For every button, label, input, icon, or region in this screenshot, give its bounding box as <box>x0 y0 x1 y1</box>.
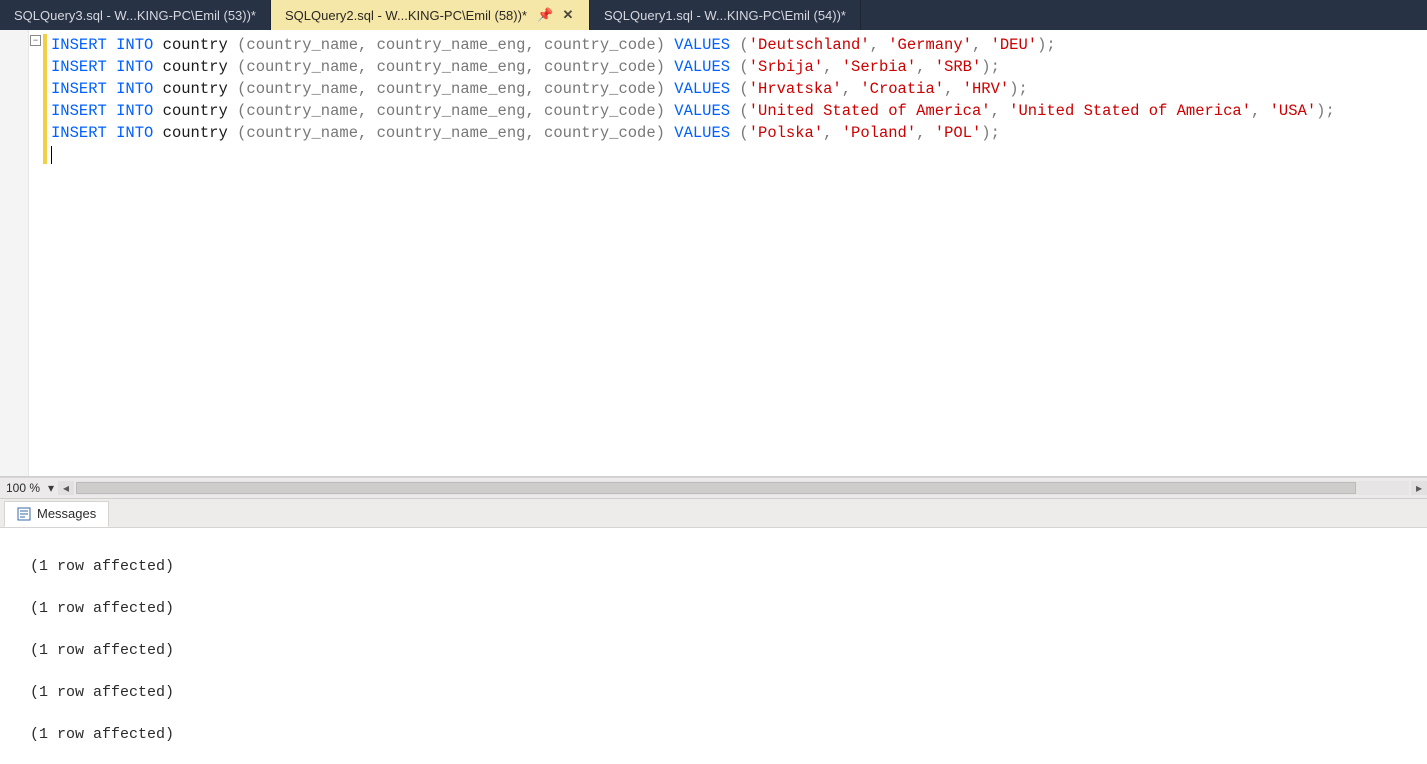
results-tabstrip: Messages <box>0 499 1427 528</box>
message-line: (1 row affected) <box>30 714 1427 756</box>
editor-gutter <box>0 30 29 476</box>
hscroll-track[interactable] <box>76 481 1409 495</box>
tab-label: SQLQuery2.sql - W...KING-PC\Emil (58))* <box>285 8 527 23</box>
close-icon[interactable]: ✕ <box>561 7 575 23</box>
tab-sqlquery1[interactable]: SQLQuery1.sql - W...KING-PC\Emil (54))* <box>590 0 861 30</box>
message-line: (1 row affected) <box>30 672 1427 714</box>
editor-statusbar: 100 % ▾ ◂ ▸ <box>0 477 1427 499</box>
tab-messages[interactable]: Messages <box>4 501 109 527</box>
hscroll-thumb[interactable] <box>76 482 1356 494</box>
messages-icon <box>17 507 31 521</box>
document-tabbar: SQLQuery3.sql - W...KING-PC\Emil (53))* … <box>0 0 1427 30</box>
tab-sqlquery2[interactable]: SQLQuery2.sql - W...KING-PC\Emil (58))* … <box>271 0 590 30</box>
messages-tab-label: Messages <box>37 506 96 521</box>
tab-sqlquery3[interactable]: SQLQuery3.sql - W...KING-PC\Emil (53))* <box>0 0 271 30</box>
pin-icon[interactable]: 📌 <box>537 7 551 23</box>
message-line: (1 row affected) <box>30 630 1427 672</box>
code-area[interactable]: INSERT INTO country (country_name, count… <box>49 30 1427 476</box>
message-line: (1 row affected) <box>30 546 1427 588</box>
tab-label: SQLQuery1.sql - W...KING-PC\Emil (54))* <box>604 8 846 23</box>
hscroll-right-icon[interactable]: ▸ <box>1411 481 1427 495</box>
sql-editor: − INSERT INTO country (country_name, cou… <box>0 30 1427 477</box>
outline-column: − <box>29 30 43 476</box>
outline-collapse-toggle[interactable]: − <box>30 35 41 46</box>
tab-label: SQLQuery3.sql - W...KING-PC\Emil (53))* <box>14 8 256 23</box>
messages-output[interactable]: (1 row affected)(1 row affected)(1 row a… <box>0 528 1427 764</box>
hscroll-left-icon[interactable]: ◂ <box>58 481 74 495</box>
message-line: (1 row affected) <box>30 588 1427 630</box>
zoom-dropdown-icon[interactable]: ▾ <box>44 481 58 495</box>
zoom-level: 100 % <box>0 481 44 495</box>
